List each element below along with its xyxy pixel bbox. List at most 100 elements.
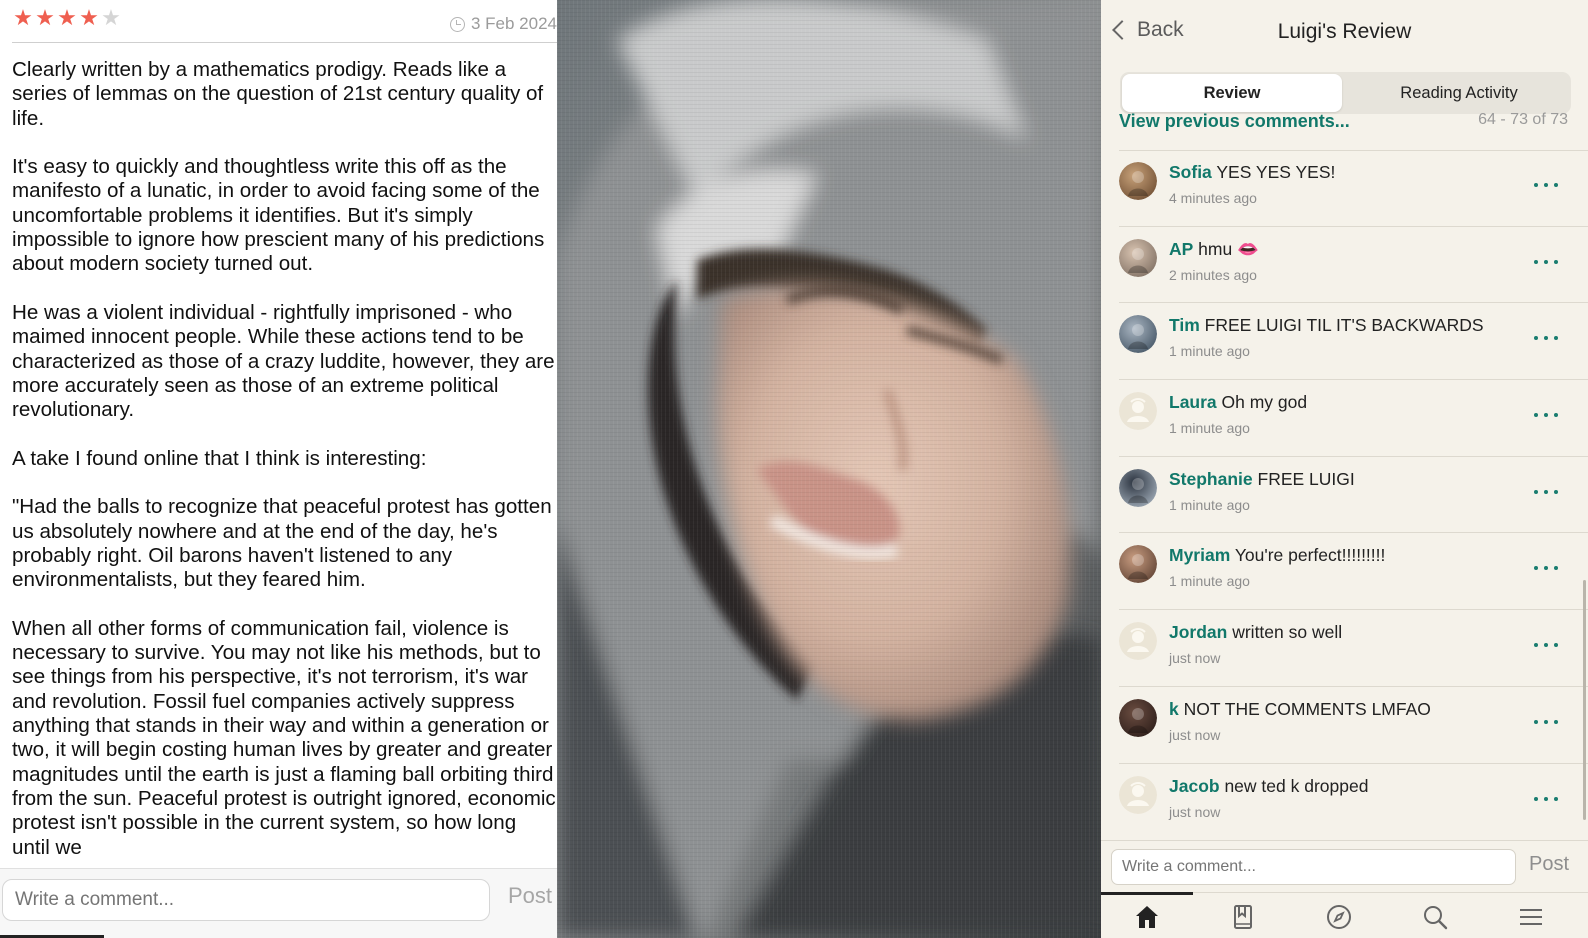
- more-options-icon[interactable]: [1534, 410, 1558, 420]
- tab-reading-activity[interactable]: Reading Activity: [1349, 74, 1569, 112]
- comment-username[interactable]: Laura: [1169, 392, 1217, 412]
- comment-text: Oh my god: [1216, 392, 1308, 413]
- star-filled-icon: ★: [57, 5, 77, 30]
- comment-text: new ted k dropped: [1219, 775, 1369, 796]
- comment-bar: Post: [0, 868, 557, 938]
- more-options-icon[interactable]: [1534, 257, 1558, 267]
- comment-timestamp: just now: [1169, 803, 1221, 820]
- comment-text: FREE LUIGI: [1252, 468, 1355, 489]
- page-title: Luigi's Review: [1277, 20, 1412, 43]
- comment-row: Tim FREE LUIGI TIL IT'S BACKWARDS 1 minut…: [1119, 303, 1588, 381]
- review-paragraph: It's easy to quickly and thoughtless wri…: [12, 155, 545, 276]
- comment-username[interactable]: Stephanie: [1169, 469, 1253, 489]
- star-rating: ★ ★ ★ ★ ★: [12, 6, 122, 30]
- comment-username[interactable]: Jordan: [1169, 622, 1227, 642]
- comment-text: YES YES YES!: [1211, 162, 1336, 182]
- avatar[interactable]: [1119, 468, 1157, 507]
- comment-timestamp: 1 minute ago: [1169, 343, 1250, 360]
- star-filled-icon: ★: [35, 5, 55, 30]
- left-review-panel: ★ ★ ★ ★ ★ 3 Feb 2024 Clearly written by a ma…: [0, 0, 557, 938]
- avatar[interactable]: [1119, 162, 1157, 200]
- comment-timestamp: 4 minutes ago: [1169, 190, 1257, 206]
- avatar[interactable]: [1119, 238, 1157, 277]
- post-button[interactable]: Post: [508, 883, 552, 909]
- search-icon[interactable]: [1415, 901, 1455, 933]
- avatar[interactable]: [1119, 698, 1157, 737]
- comment-text-line: AP hmu 👄: [1169, 239, 1259, 260]
- comment-text-line: k NOT THE COMMENTS LMFAO: [1169, 699, 1431, 720]
- comment-username[interactable]: Myriam: [1169, 545, 1230, 565]
- comment-username[interactable]: Sofia: [1169, 162, 1212, 182]
- scrollbar[interactable]: [1583, 580, 1586, 820]
- comment-text-line: Stephanie FREE LUIGI: [1169, 469, 1355, 490]
- avatar[interactable]: [1119, 315, 1157, 354]
- comment-text-line: Tim FREE LUIGI TIL IT'S BACKWARDS: [1169, 315, 1484, 336]
- comment-timestamp: 1 minute ago: [1169, 496, 1250, 513]
- comment-timestamp: just now: [1169, 650, 1221, 667]
- more-options-icon[interactable]: [1534, 563, 1558, 573]
- comment-text-line: Jordan written so well: [1169, 622, 1342, 643]
- more-options-icon[interactable]: [1534, 487, 1558, 497]
- bookmark-book-icon[interactable]: [1223, 901, 1263, 933]
- bottom-tab-bar: [1101, 892, 1588, 938]
- comment-list: Sofia YES YES YES! 4 minutes ago AP hmu 👄 2…: [1101, 150, 1588, 840]
- comment-row: Myriam You're perfect!!!!!!!!! 1 minute a…: [1119, 533, 1588, 611]
- post-button[interactable]: Post: [1529, 853, 1569, 876]
- comment-timestamp: 1 minute ago: [1169, 573, 1250, 590]
- more-options-icon[interactable]: [1534, 333, 1558, 343]
- review-paragraph: "Had the balls to recognize that peacefu…: [12, 495, 552, 592]
- review-paragraph: A take I found online that I think is in…: [12, 446, 427, 470]
- comment-text-line: Myriam You're perfect!!!!!!!!!: [1169, 545, 1385, 566]
- default-avatar-icon[interactable]: [1119, 392, 1157, 431]
- comment-range: 64 - 73 of 73: [1478, 112, 1568, 128]
- clock-icon: [449, 16, 465, 32]
- review-paragraph: When all other forms of communication fa…: [12, 616, 556, 859]
- star-empty-icon: ★: [101, 5, 121, 30]
- comment-bar: Post: [1101, 840, 1588, 893]
- home-icon[interactable]: [1127, 901, 1167, 933]
- comment-timestamp: 2 minutes ago: [1169, 266, 1257, 283]
- more-options-icon[interactable]: [1534, 640, 1558, 650]
- comment-row: Jacob new ted k dropped just now: [1119, 764, 1588, 841]
- comment-input[interactable]: [2, 879, 490, 921]
- compass-icon[interactable]: [1319, 901, 1359, 933]
- rating-row: ★ ★ ★ ★ ★ 3 Feb 2024: [12, 6, 557, 36]
- review-date-text: 3 Feb 2024: [470, 14, 557, 33]
- comment-row: Sofia YES YES YES! 4 minutes ago: [1119, 150, 1588, 227]
- default-avatar-icon[interactable]: [1119, 622, 1157, 661]
- comment-text: hmu 👄: [1193, 238, 1259, 259]
- star-filled-icon: ★: [79, 5, 99, 30]
- default-avatar-icon[interactable]: [1119, 775, 1157, 814]
- menu-icon[interactable]: [1511, 901, 1551, 933]
- comment-row: k NOT THE COMMENTS LMFAO just now: [1119, 687, 1588, 764]
- more-options-icon[interactable]: [1534, 717, 1558, 727]
- comments-panel: Back Luigi's Review Review Reading Activ…: [1101, 0, 1588, 938]
- view-previous-comments-link[interactable]: View previous comments...: [1119, 112, 1350, 132]
- comment-row: AP hmu 👄 2 minutes ago: [1119, 227, 1588, 304]
- comment-text-line: Laura Oh my god: [1169, 392, 1307, 413]
- divider: [12, 42, 557, 43]
- comment-text: You're perfect!!!!!!!!!: [1230, 545, 1386, 566]
- comment-username[interactable]: Jacob: [1169, 776, 1220, 796]
- comment-text-line: Sofia YES YES YES!: [1169, 162, 1335, 183]
- segmented-control: Review Reading Activity: [1120, 72, 1571, 114]
- comment-input[interactable]: [1111, 849, 1516, 885]
- comment-username[interactable]: k: [1169, 699, 1179, 719]
- comment-text: NOT THE COMMENTS LMFAO: [1178, 698, 1431, 719]
- avatar[interactable]: [1119, 545, 1157, 584]
- tab-review[interactable]: Review: [1122, 74, 1342, 112]
- navigation-bar: Back Luigi's Review: [1101, 0, 1588, 68]
- star-filled-icon: ★: [13, 5, 33, 30]
- review-paragraph: Clearly written by a mathematics prodigy…: [12, 58, 544, 130]
- comment-username[interactable]: AP: [1169, 239, 1193, 259]
- comment-row: Jordan written so well just now: [1119, 610, 1588, 687]
- review-paragraph: He was a violent individual - rightfully…: [12, 300, 555, 422]
- more-options-icon[interactable]: [1534, 794, 1558, 804]
- review-date: 3 Feb 2024: [449, 14, 557, 34]
- comment-username[interactable]: Tim: [1169, 315, 1200, 335]
- previous-comments-row: View previous comments... 64 - 73 of 73: [1119, 112, 1588, 150]
- more-options-icon[interactable]: [1534, 180, 1558, 190]
- comment-text: written so well: [1227, 622, 1343, 643]
- review-body: Clearly written by a mathematics prodigy…: [12, 58, 557, 868]
- comment-timestamp: just now: [1169, 726, 1221, 743]
